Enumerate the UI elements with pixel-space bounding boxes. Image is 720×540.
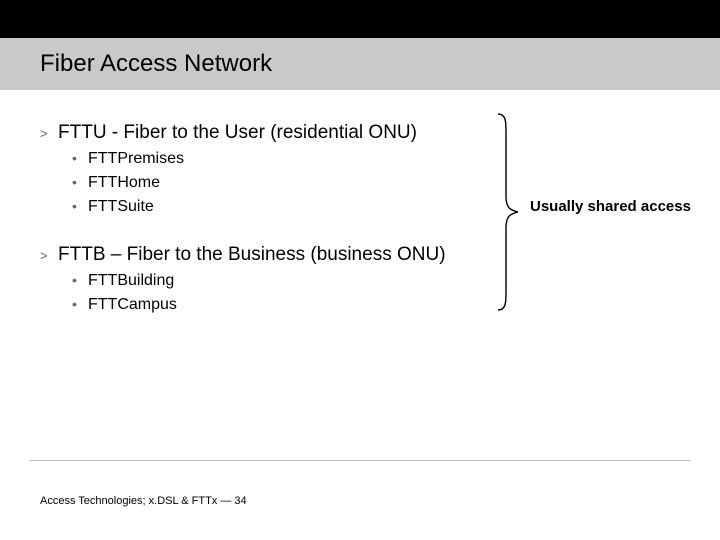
bullet-fttu: > FTTU - Fiber to the User (residential … xyxy=(40,122,680,144)
annotation-shared-access: Usually shared access xyxy=(530,198,691,215)
subbullet-marker: • xyxy=(72,273,88,287)
footer-text: Access Technologies; x.DSL & FTTx — 34 xyxy=(40,495,247,507)
subbullet-marker: • xyxy=(72,151,88,165)
bullet-text: FTTB – Fiber to the Business (business O… xyxy=(58,244,446,266)
subbullet-fttcampus: • FTTCampus xyxy=(72,296,680,314)
subbullet-text: FTTPremises xyxy=(88,150,184,168)
subbullet-marker: • xyxy=(72,199,88,213)
bullet-marker: > xyxy=(40,126,58,142)
top-black-bar xyxy=(0,0,720,38)
subbullet-fttbuilding: • FTTBuilding xyxy=(72,272,680,290)
bullet-marker: > xyxy=(40,248,58,264)
curly-brace-icon xyxy=(492,112,522,312)
bullet-text: FTTU - Fiber to the User (residential ON… xyxy=(58,122,417,144)
slide-title: Fiber Access Network xyxy=(40,50,272,78)
subbullet-ftthome: • FTTHome xyxy=(72,174,680,192)
subbullet-marker: • xyxy=(72,175,88,189)
subbullet-text: FTTBuilding xyxy=(88,272,174,290)
bullet-fttb: > FTTB – Fiber to the Business (business… xyxy=(40,244,680,266)
subbullet-text: FTTCampus xyxy=(88,296,177,314)
title-bar: Fiber Access Network xyxy=(0,38,720,90)
subbullet-fttpremises: • FTTPremises xyxy=(72,150,680,168)
subbullet-text: FTTHome xyxy=(88,174,160,192)
footer-separator xyxy=(30,460,690,461)
subbullet-marker: • xyxy=(72,297,88,311)
subbullet-text: FTTSuite xyxy=(88,198,154,216)
